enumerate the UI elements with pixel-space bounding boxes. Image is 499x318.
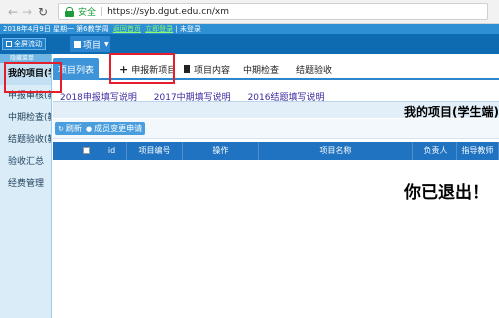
url-separator: | [100, 6, 104, 17]
highlight-box-sidebar [4, 62, 62, 93]
column-header-project-number[interactable]: 项目编号 [127, 142, 183, 160]
user-icon: ● [86, 124, 93, 133]
tab-label: 项目列表 [58, 65, 95, 76]
project-menu[interactable]: 项目 ▼ [70, 36, 110, 52]
login-link[interactable]: 立即登录 [145, 25, 173, 33]
tab-label: 结题验收 [296, 65, 333, 76]
refresh-label: 刷新 [65, 124, 82, 133]
login-status: | 未登录 [175, 25, 201, 33]
lock-icon [65, 6, 74, 17]
column-header-advisor[interactable]: 指导教师 [457, 142, 499, 160]
browser-address-bar: ← → ↻ 安全 | https://syb.dgut.edu.cn/xm [0, 0, 499, 24]
column-header-id[interactable]: id [97, 142, 127, 160]
header-bar: 全屏流动 项目 ▼ [0, 34, 499, 54]
date-text: 2018年4月9日 星期一 第6教学周 [3, 25, 109, 33]
project-menu-label: 项目 [83, 40, 102, 51]
highlight-box-new-project [109, 53, 175, 84]
sidebar-item-midterm-check[interactable]: 中期检查(教 [0, 107, 51, 129]
tab-project-content[interactable]: 项目内容 [179, 58, 235, 80]
logged-out-message: 你已退出！ [404, 183, 489, 203]
tab-label: 中期检查 [243, 65, 280, 76]
column-header-actions: 操作 [183, 142, 259, 160]
fullscreen-icon [6, 41, 12, 47]
select-all-checkbox[interactable] [83, 147, 90, 154]
page-title: 我的项目(学生端) [404, 105, 499, 119]
url-field[interactable]: 安全 | https://syb.dgut.edu.cn/xm [58, 3, 488, 20]
tab-final-acceptance[interactable]: 结题验收 [291, 58, 337, 80]
toolbar: ↻ 刷新 ● 成员变更申请 [53, 119, 499, 139]
home-link[interactable]: 返回首页 [113, 25, 141, 33]
tab-label: 项目内容 [194, 65, 231, 76]
reload-icon[interactable]: ↻ [36, 5, 50, 19]
refresh-button[interactable]: ↻ 刷新 [55, 122, 85, 135]
refresh-icon: ↻ [58, 124, 64, 133]
sidebar-item-funding[interactable]: 经费管理 [0, 173, 51, 195]
sidebar-item-final-acceptance[interactable]: 结题验收(教 [0, 129, 51, 151]
member-change-label: 成员变更申请 [94, 124, 143, 133]
member-change-button[interactable]: ● 成员变更申请 [83, 122, 146, 135]
url-text: https://syb.dgut.edu.cn/xm [107, 6, 230, 17]
column-header-leader[interactable]: 负责人 [415, 142, 457, 160]
document-icon [184, 65, 190, 73]
fullscreen-label: 全屏流动 [14, 40, 42, 48]
title-bar: 我的项目(学生端) [53, 101, 499, 119]
column-header-project-name[interactable]: 项目名称 [259, 142, 413, 160]
fullscreen-button[interactable]: 全屏流动 [2, 38, 46, 50]
book-icon [74, 40, 81, 48]
sidebar: 隐藏菜单 我的项目(学 申报审核(教 中期检查(教 结题验收(教 验收汇总 经费… [0, 54, 52, 318]
top-info-strip: 2018年4月9日 星期一 第6教学周 返回首页 立即登录 | 未登录 [0, 24, 499, 34]
secure-label: 安全 [78, 8, 97, 18]
back-icon[interactable]: ← [6, 5, 20, 19]
table-header: id 项目编号 操作 项目名称 负责人 指导教师 [53, 142, 499, 160]
chevron-down-icon: ▼ [104, 40, 109, 48]
forward-icon[interactable]: → [20, 5, 34, 19]
tab-midterm-check[interactable]: 中期检查 [238, 58, 284, 80]
sidebar-item-acceptance-summary[interactable]: 验收汇总 [0, 151, 51, 173]
